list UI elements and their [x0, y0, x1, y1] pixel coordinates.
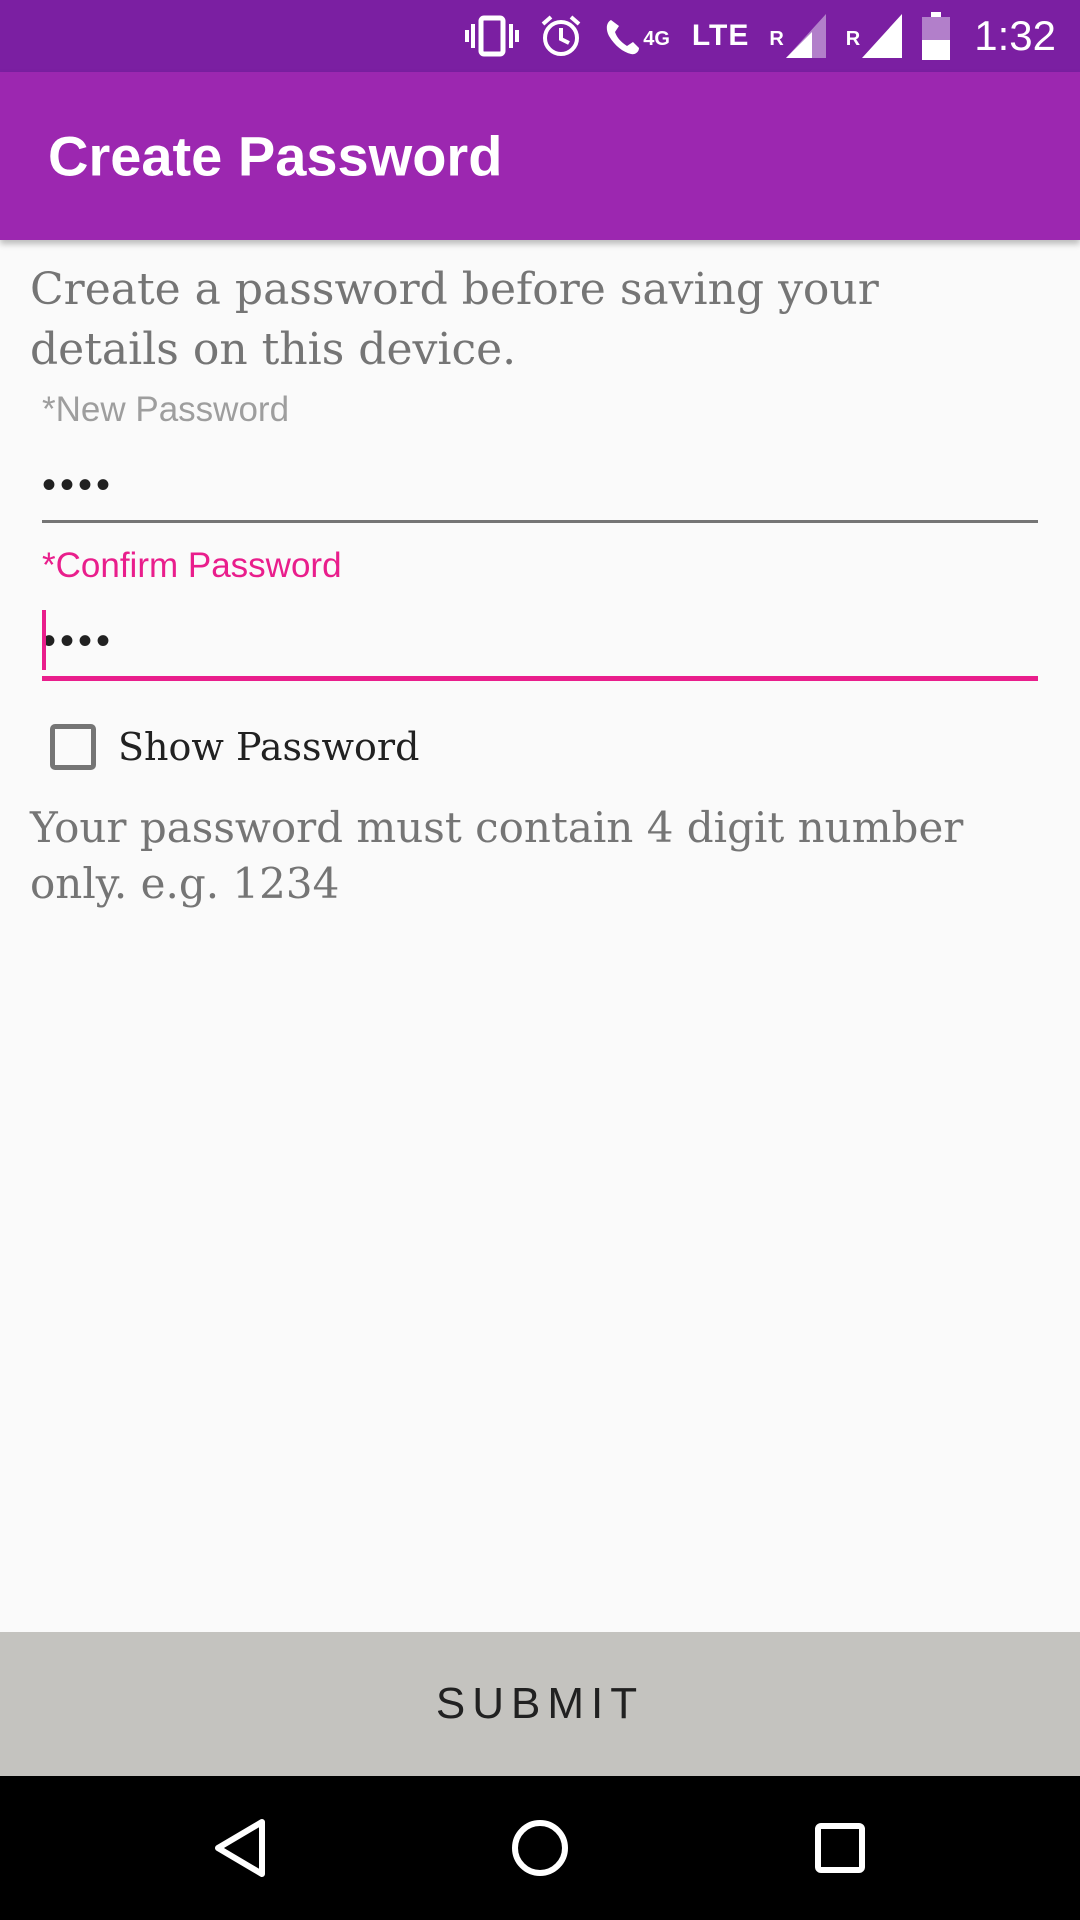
confirm-password-underline [42, 676, 1038, 681]
new-password-underline [42, 520, 1038, 523]
show-password-checkbox[interactable] [50, 724, 96, 770]
submit-button[interactable]: SUBMIT [0, 1632, 1080, 1776]
roaming-label: R [845, 28, 861, 50]
status-bar: 4G LTE R R 1:32 [0, 0, 1080, 72]
home-icon[interactable] [460, 1776, 620, 1920]
text-cursor [42, 610, 46, 670]
navigation-bar [0, 1776, 1080, 1920]
clock: 1:32 [974, 12, 1056, 59]
new-password-label: *New Password [42, 390, 290, 429]
confirm-password-field[interactable]: •••• [42, 606, 1038, 676]
page-title: Create Password [48, 124, 503, 188]
alarm-icon [539, 14, 583, 58]
password-hint: Your password must contain 4 digit numbe… [30, 803, 964, 908]
app-bar: Create Password [0, 72, 1080, 240]
recents-icon[interactable] [760, 1776, 920, 1920]
show-password-toggle[interactable]: Show Password [50, 724, 419, 770]
signal-icon: R [845, 14, 903, 58]
new-password-field[interactable]: •••• [42, 450, 1038, 520]
vibrate-icon [465, 14, 520, 58]
battery-icon [922, 12, 951, 60]
signal-icon: R [769, 14, 826, 58]
back-icon[interactable] [160, 1776, 320, 1920]
network-type-label: 4G [643, 28, 670, 50]
lte-label: LTE [691, 19, 750, 52]
roaming-label: R [769, 28, 784, 50]
wifi-call-icon: 4G [603, 14, 672, 58]
confirm-password-label: *Confirm Password [42, 546, 342, 585]
intro-text: Create a password before saving your det… [30, 264, 879, 375]
show-password-label: Show Password [118, 725, 420, 769]
